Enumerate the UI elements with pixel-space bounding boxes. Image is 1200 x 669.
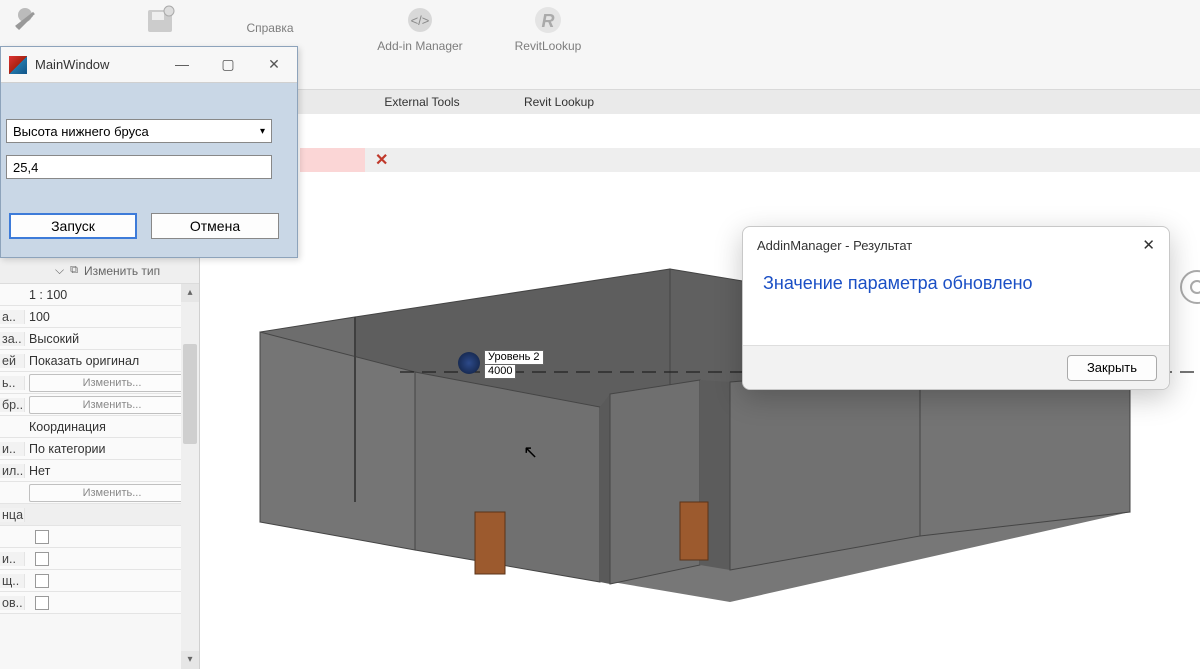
app-icon [9, 56, 27, 74]
property-row[interactable]: 1 : 100 [0, 284, 199, 306]
ribbon-revitlookup[interactable]: R RevitLookup [498, 0, 598, 53]
property-checkbox[interactable] [35, 574, 49, 588]
property-label: ил.. [0, 464, 25, 478]
property-label: ей [0, 354, 25, 368]
result-close-button[interactable]: Закрыть [1067, 355, 1157, 381]
mainwindow-title: MainWindow [35, 57, 159, 72]
property-label: щ.. [0, 574, 25, 588]
ribbon-save[interactable] [130, 0, 190, 40]
property-edit-button[interactable]: Изменить... [29, 484, 195, 502]
edit-type-row[interactable]: ⌵ ⧉ Изменить тип [0, 258, 199, 284]
property-label: а.. [0, 310, 25, 324]
panel-revit-lookup: Revit Lookup [504, 95, 614, 109]
property-value[interactable]: 1 : 100 [25, 288, 199, 302]
properties-scrollbar[interactable]: ▴ ▾ [181, 284, 199, 669]
property-value[interactable]: По категории [25, 442, 199, 456]
chevron-down-icon: ⌵ [55, 263, 64, 278]
level-elev-tag[interactable]: 4000 [484, 364, 516, 379]
properties-grid: 1 : 100а..100за..ВысокийейПоказать ориги… [0, 284, 199, 614]
property-row[interactable]: ил..Нет [0, 460, 199, 482]
property-value[interactable]: Показать оригинал [25, 354, 199, 368]
ribbon-addin-manager[interactable]: </> Add-in Manager [360, 0, 480, 53]
ribbon-tool-1[interactable] [0, 0, 50, 40]
property-row[interactable]: ейПоказать оригинал [0, 350, 199, 372]
result-title: AddinManager - Результат [757, 238, 912, 253]
chevron-down-icon: ▾ [260, 126, 265, 137]
property-row[interactable]: ов.. [0, 592, 199, 614]
panel-external-tools: External Tools [360, 95, 484, 109]
combo-value: Высота нижнего бруса [13, 124, 149, 139]
run-button[interactable]: Запуск [9, 213, 137, 239]
property-row[interactable]: а..100 [0, 306, 199, 328]
cancel-button[interactable]: Отмена [151, 213, 279, 239]
maximize-button[interactable]: ▢ [205, 50, 251, 80]
value-input[interactable] [6, 155, 272, 179]
property-row[interactable]: ь.. Изменить... [0, 372, 199, 394]
property-checkbox[interactable] [35, 530, 49, 544]
property-value[interactable]: Нет [25, 464, 199, 478]
minimize-button[interactable]: — [159, 50, 205, 80]
property-label: ов.. [0, 596, 25, 610]
property-row[interactable]: и.. [0, 548, 199, 570]
view-tab-bar: ✕ [300, 148, 1200, 172]
close-window-button[interactable]: ✕ [251, 50, 297, 80]
property-edit-button[interactable]: Изменить... [29, 374, 195, 392]
scroll-up-icon[interactable]: ▴ [181, 284, 199, 302]
result-message: Значение параметра обновлено [743, 263, 1169, 294]
close-icon[interactable]: ✕ [1142, 236, 1155, 254]
svg-text:R: R [542, 11, 555, 31]
property-value[interactable]: Высокий [25, 332, 199, 346]
property-value[interactable]: Координация [25, 420, 199, 434]
property-checkbox[interactable] [35, 552, 49, 566]
property-checkbox[interactable] [35, 596, 49, 610]
property-edit-button[interactable]: Изменить... [29, 396, 195, 414]
tab-highlight [300, 148, 365, 172]
property-row[interactable]: и..По категории [0, 438, 199, 460]
scroll-thumb[interactable] [183, 344, 197, 444]
property-label: и.. [0, 442, 25, 456]
property-label: нца [0, 508, 25, 522]
property-row[interactable]: за..Высокий [0, 328, 199, 350]
property-label: ь.. [0, 376, 25, 390]
level-name-tag[interactable]: Уровень 2 [484, 350, 544, 365]
property-row[interactable] [0, 526, 199, 548]
level-marker-icon[interactable] [458, 352, 480, 374]
property-row[interactable]: Координация [0, 416, 199, 438]
property-label: и.. [0, 552, 25, 566]
properties-palette: ⌵ ⧉ Изменить тип 1 : 100а..100за..Высоки… [0, 258, 200, 669]
scroll-down-icon[interactable]: ▾ [181, 651, 199, 669]
result-titlebar[interactable]: AddinManager - Результат ✕ [743, 227, 1169, 263]
property-label: за.. [0, 332, 25, 346]
parameter-combo[interactable]: Высота нижнего бруса ▾ [6, 119, 272, 143]
property-row[interactable]: Изменить... [0, 482, 199, 504]
property-value[interactable]: 100 [25, 310, 199, 324]
result-dialog: AddinManager - Результат ✕ Значение пара… [742, 226, 1170, 390]
svg-text:</>: </> [411, 13, 430, 28]
mainwindow-titlebar[interactable]: MainWindow — ▢ ✕ [1, 47, 297, 83]
property-row[interactable]: щ.. [0, 570, 199, 592]
close-tab-icon[interactable]: ✕ [375, 150, 388, 170]
property-row[interactable]: бр.. Изменить... [0, 394, 199, 416]
mainwindow-dialog: MainWindow — ▢ ✕ Высота нижнего бруса ▾ … [0, 46, 298, 258]
property-row[interactable]: нца [0, 504, 199, 526]
property-label: бр.. [0, 398, 25, 412]
edit-type-label: Изменить тип [84, 264, 160, 278]
